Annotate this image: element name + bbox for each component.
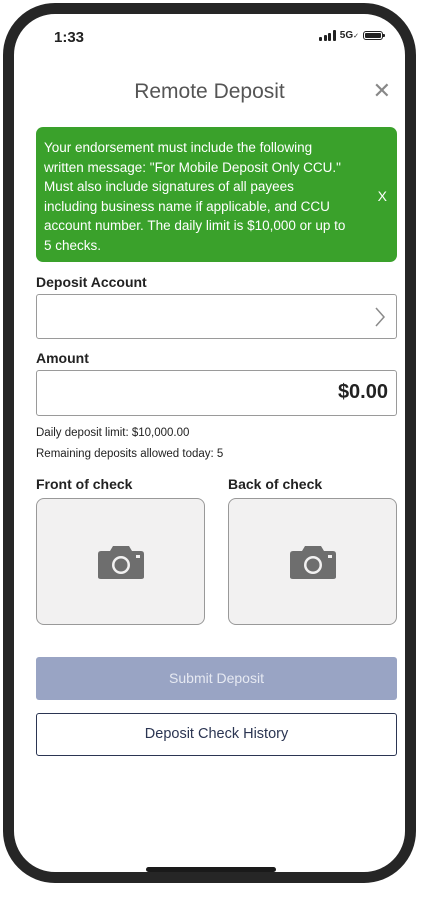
amount-input[interactable]: $0.00 — [36, 370, 397, 416]
amount-value: $0.00 — [337, 381, 388, 403]
deposit-check-history-button[interactable]: Deposit Check History — [36, 713, 397, 756]
deposit-account-select[interactable] — [36, 294, 397, 339]
endorsement-banner: Your endorsement must include the follow… — [36, 127, 397, 262]
deposit-account-label: Deposit Account — [36, 274, 147, 290]
network-type: 5G✓ — [339, 30, 359, 41]
daily-limit-text: Daily deposit limit: $10,000.00 — [36, 427, 190, 439]
battery-icon — [363, 31, 385, 40]
remaining-deposits-text: Remaining deposits allowed today: 5 — [36, 448, 224, 460]
phone-frame: 1:33 5G✓ Remote Deposit ✕ Your endorseme… — [3, 3, 416, 883]
amount-label: Amount — [36, 350, 89, 366]
home-indicator[interactable] — [146, 867, 276, 872]
back-of-check-label: Back of check — [228, 476, 323, 492]
banner-message: Your endorsement must include the follow… — [44, 140, 346, 253]
front-of-check-label: Front of check — [36, 476, 133, 492]
chevron-right-icon — [375, 307, 386, 327]
front-check-capture[interactable] — [36, 498, 205, 625]
screen: 1:33 5G✓ Remote Deposit ✕ Your endorseme… — [14, 14, 405, 872]
signal-icon — [319, 30, 336, 41]
back-check-capture[interactable] — [228, 498, 397, 625]
page-title: Remote Deposit — [134, 80, 285, 103]
close-icon[interactable]: ✕ — [373, 80, 391, 102]
camera-icon — [98, 546, 144, 579]
submit-deposit-button[interactable]: Submit Deposit — [36, 657, 397, 700]
status-indicators: 5G✓ — [319, 30, 385, 41]
camera-icon — [290, 546, 336, 579]
status-time: 1:33 — [54, 29, 85, 46]
banner-dismiss-button[interactable]: X — [378, 187, 387, 207]
